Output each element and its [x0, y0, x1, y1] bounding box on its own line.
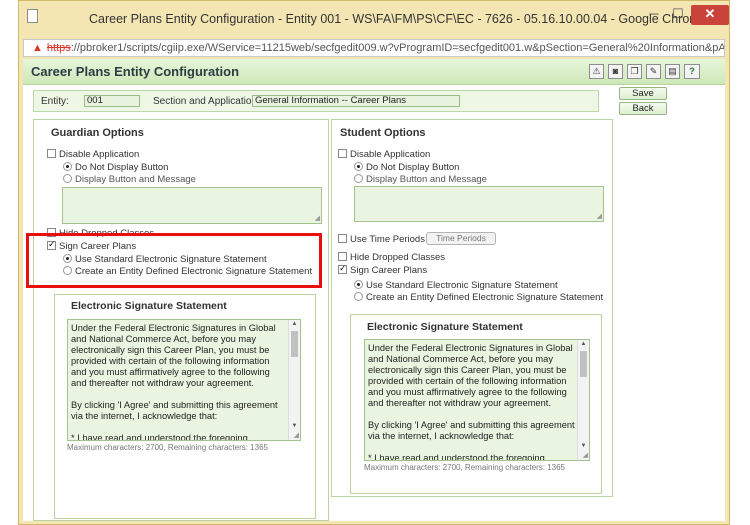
radio-label: Display Button and Message — [366, 174, 487, 185]
scroll-down-arrow-icon[interactable]: ▼ — [289, 422, 300, 431]
student-signature-panel: Electronic Signature Statement Under the… — [350, 314, 602, 494]
maximize-button[interactable]: ☐ — [667, 5, 689, 25]
guardian-message-textarea[interactable]: ◢ — [62, 187, 322, 224]
section-label: Section and Application: — [153, 96, 260, 107]
scroll-thumb[interactable] — [580, 351, 587, 377]
student-use-standard-radio[interactable]: Use Standard Electronic Signature Statem… — [354, 280, 558, 291]
guardian-do-not-display-radio[interactable]: Do Not Display Button — [63, 162, 168, 173]
student-max-characters: Maximum characters: 2700, Remaining char… — [364, 463, 565, 472]
back-button[interactable]: Back — [619, 102, 667, 115]
scrollbar[interactable]: ▲ ▼ — [577, 340, 589, 460]
radio-label: Create an Entity Defined Electronic Sign… — [366, 292, 604, 303]
resize-grip-icon[interactable]: ◢ — [294, 432, 299, 439]
security-warning-icon[interactable]: ▲ — [32, 40, 43, 56]
checkbox-label: Sign Career Plans — [350, 265, 428, 276]
student-signature-textarea[interactable]: Under the Federal Electronic Signatures … — [364, 339, 590, 461]
copy-icon[interactable]: ❐ — [627, 64, 642, 79]
entity-field[interactable]: 001 — [84, 95, 140, 107]
student-signature-title: Electronic Signature Statement — [367, 321, 523, 333]
entity-label: Entity: — [41, 96, 69, 107]
guardian-signature-panel: Electronic Signature Statement Under the… — [54, 294, 316, 519]
guardian-options-panel: Guardian Options Disable Application Do … — [33, 119, 329, 521]
close-button[interactable]: ✕ — [691, 5, 729, 25]
student-hide-dropped-classes[interactable]: Hide Dropped Classes — [338, 252, 445, 263]
note-icon[interactable]: ✎ — [646, 64, 661, 79]
signature-paragraph: * I have read and understood the foregoi… — [368, 453, 545, 461]
resize-grip-icon[interactable]: ◢ — [583, 452, 588, 459]
checkbox-label: Hide Dropped Classes — [350, 252, 446, 263]
scroll-thumb[interactable] — [291, 331, 298, 357]
student-use-time-periods[interactable]: Use Time Periods — [338, 234, 425, 245]
checkbox-label: Disable Application — [350, 149, 431, 160]
radio-label: Do Not Display Button — [366, 162, 460, 173]
signature-text: Under the Federal Electronic Signatures … — [71, 323, 286, 441]
page-content: Career Plans Entity Configuration ⚠ ◙ ❐ ✎ ▤?… — [23, 59, 725, 521]
checkbox-label: Use Time Periods — [350, 234, 425, 245]
radio-label: Display Button and Message — [75, 174, 196, 185]
url-scheme: https — [46, 42, 71, 54]
radio[interactable] — [354, 174, 363, 183]
browser-window: Career Plans Entity Configuration - Enti… — [18, 0, 730, 525]
highlight-box — [26, 233, 322, 288]
signature-paragraph: By clicking 'I Agree' and submitting thi… — [368, 420, 575, 441]
checkbox[interactable] — [338, 263, 347, 274]
checkbox[interactable] — [338, 252, 347, 261]
signature-paragraph: By clicking 'I Agree' and submitting thi… — [71, 400, 278, 421]
radio[interactable] — [63, 162, 72, 171]
student-display-button-radio[interactable]: Display Button and Message — [354, 174, 487, 185]
page-header: Career Plans Entity Configuration ⚠ ◙ ❐ ✎ ▤? — [23, 59, 725, 85]
student-disable-application[interactable]: Disable Application — [338, 149, 430, 160]
scroll-up-arrow-icon[interactable]: ▲ — [289, 320, 300, 329]
resize-grip-icon[interactable]: ◢ — [597, 213, 602, 220]
minimize-button[interactable]: ─ — [643, 5, 665, 25]
section-field[interactable]: General Information -- Career Plans — [252, 95, 460, 107]
alert-icon[interactable]: ⚠ — [589, 64, 604, 79]
time-periods-button[interactable]: Time Periods — [426, 232, 496, 245]
scroll-down-arrow-icon[interactable]: ▼ — [578, 442, 589, 451]
title-bar: Career Plans Entity Configuration - Enti… — [19, 1, 729, 37]
student-do-not-display-radio[interactable]: Do Not Display Button — [354, 162, 459, 173]
checkbox[interactable] — [338, 149, 347, 158]
guardian-signature-title: Electronic Signature Statement — [71, 300, 227, 312]
scroll-up-arrow-icon[interactable]: ▲ — [578, 340, 589, 349]
student-message-textarea[interactable]: ◢ — [354, 186, 604, 222]
page-document-icon — [27, 9, 38, 23]
radio-label: Do Not Display Button — [75, 162, 169, 173]
guardian-disable-application[interactable]: Disable Application — [47, 149, 139, 160]
save-button[interactable]: Save — [619, 87, 667, 100]
signature-paragraph: Under the Federal Electronic Signatures … — [71, 323, 276, 388]
window-title: Career Plans Entity Configuration - Enti… — [89, 12, 707, 26]
guardian-max-characters: Maximum characters: 2700, Remaining char… — [67, 443, 268, 452]
resize-grip-icon[interactable]: ◢ — [315, 215, 320, 222]
radio[interactable] — [354, 162, 363, 171]
entity-bar: Entity: 001 Section and Application: Gen… — [33, 90, 599, 112]
url-text: ://pbroker1/scripts/cgiip.exe/WService=1… — [70, 42, 725, 54]
radio[interactable] — [63, 174, 72, 183]
student-options-panel: Student Options Disable Application Do N… — [331, 119, 613, 497]
signature-paragraph: * I have read and understood the foregoi… — [71, 433, 248, 441]
student-options-title: Student Options — [340, 127, 426, 139]
checkbox-label: Disable Application — [59, 149, 140, 160]
signature-paragraph: Under the Federal Electronic Signatures … — [368, 343, 573, 408]
guardian-signature-textarea[interactable]: Under the Federal Electronic Signatures … — [67, 319, 301, 441]
help-icon[interactable]: ? — [684, 64, 700, 79]
scrollbar[interactable]: ▲ ▼ — [288, 320, 300, 440]
radio-label: Use Standard Electronic Signature Statem… — [366, 280, 558, 291]
checkbox[interactable] — [338, 234, 347, 243]
page-title: Career Plans Entity Configuration — [31, 64, 240, 79]
toolbar: ⚠ ◙ ❐ ✎ ▤? — [589, 64, 704, 79]
guardian-display-button-radio[interactable]: Display Button and Message — [63, 174, 196, 185]
radio[interactable] — [354, 292, 363, 301]
checkbox[interactable] — [47, 149, 56, 158]
student-create-entity-radio[interactable]: Create an Entity Defined Electronic Sign… — [354, 292, 603, 303]
print-icon[interactable]: ▤ — [665, 64, 680, 79]
signature-text: Under the Federal Electronic Signatures … — [368, 343, 575, 461]
radio[interactable] — [354, 280, 363, 289]
guardian-options-title: Guardian Options — [51, 127, 144, 139]
student-sign-career-plans[interactable]: Sign Career Plans — [338, 263, 428, 276]
camera-icon[interactable]: ◙ — [608, 64, 623, 79]
address-bar[interactable]: ▲ https://pbroker1/scripts/cgiip.exe/WSer… — [23, 39, 725, 57]
